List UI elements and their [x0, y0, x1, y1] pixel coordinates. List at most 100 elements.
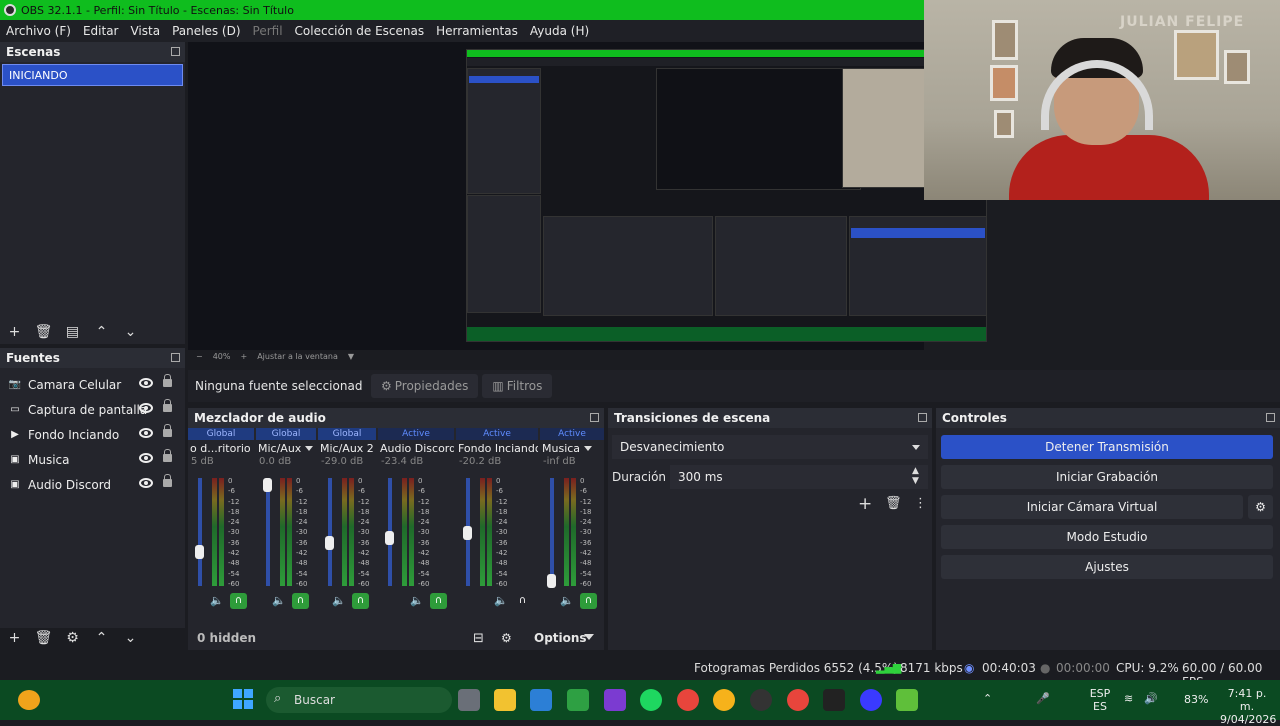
undock-icon[interactable] — [171, 47, 180, 56]
wifi-icon[interactable]: ≋ — [1124, 692, 1133, 705]
transition-type-select[interactable]: Desvanecimiento — [612, 435, 928, 459]
widgets-icon[interactable] — [18, 690, 40, 710]
menu-archivo[interactable]: Archivo (F) — [0, 24, 77, 38]
advanced-audio-icon[interactable]: ⚙ — [501, 631, 512, 645]
xbox-icon[interactable] — [567, 689, 589, 711]
clock[interactable]: 7:41 p. m. 9/04/2026 — [1220, 687, 1276, 726]
app-circle-icon[interactable] — [860, 689, 882, 711]
menu-vista[interactable]: Vista — [124, 24, 166, 38]
scene-item-iniciando[interactable]: INICIANDO — [2, 64, 183, 86]
menu-editar[interactable]: Editar — [77, 24, 125, 38]
chrome-profile-icon[interactable] — [787, 689, 809, 711]
start-virtual-camera-button[interactable]: Iniciar Cámara Virtual — [941, 495, 1243, 519]
zoom-out-icon[interactable]: − — [196, 352, 203, 361]
options-button[interactable]: Options — [534, 631, 587, 645]
layout-icon[interactable]: ⊟ — [473, 631, 484, 646]
gear-icon[interactable]: ⚙ — [1248, 495, 1273, 519]
battery-percent[interactable]: 83% — [1184, 693, 1208, 706]
undock-icon[interactable] — [918, 413, 927, 422]
properties-button[interactable]: ⚙ Propiedades — [371, 374, 479, 398]
headphones-icon[interactable]: ∩ — [230, 593, 247, 609]
start-icon[interactable] — [233, 689, 253, 709]
source-item[interactable]: 📷 Camara Celular — [0, 372, 185, 397]
add-scene-icon[interactable]: + — [0, 322, 29, 342]
channel-name[interactable]: Mic/Aux 2 — [318, 440, 376, 456]
volume-slider-handle[interactable] — [547, 574, 556, 588]
taskbar-search[interactable]: ⌕ Buscar — [266, 687, 452, 713]
menu-perfil[interactable]: Perfil — [247, 24, 289, 38]
menu-paneles[interactable]: Paneles (D) — [166, 24, 246, 38]
file-explorer-icon[interactable] — [494, 689, 516, 711]
channel-name[interactable]: Mic/Aux — [256, 440, 316, 456]
source-item[interactable]: ▶ Fondo Inciando — [0, 422, 185, 447]
undock-icon[interactable] — [590, 413, 599, 422]
tray-chevron-icon[interactable]: ⌃ — [983, 692, 992, 705]
volume-mute-icon[interactable]: 🔈 — [560, 594, 574, 607]
microphone-icon[interactable]: 🎤 — [1036, 692, 1050, 705]
more-options-icon[interactable]: ⋮ — [914, 496, 927, 511]
volume-slider-handle[interactable] — [195, 545, 204, 559]
volume-slider-handle[interactable] — [263, 478, 272, 492]
volume-mute-icon[interactable]: 🔈 — [410, 594, 424, 607]
undock-icon[interactable] — [1266, 413, 1275, 422]
lock-icon[interactable] — [163, 374, 172, 387]
minecraft-icon[interactable] — [896, 689, 918, 711]
visibility-eye-icon[interactable] — [139, 428, 153, 438]
settings-button[interactable]: Ajustes — [941, 555, 1273, 579]
menu-coleccion[interactable]: Colección de Escenas — [289, 24, 431, 38]
add-source-icon[interactable]: + — [0, 628, 29, 648]
source-item[interactable]: ▭ Captura de pantalla — [0, 397, 185, 422]
options-dropdown-icon[interactable] — [584, 634, 594, 640]
start-recording-button[interactable]: Iniciar Grabación — [941, 465, 1273, 489]
move-up-icon[interactable]: ⌃ — [87, 628, 116, 648]
language-indicator[interactable]: ESP ES — [1086, 687, 1114, 713]
filters-button[interactable]: ▥ Filtros — [482, 374, 553, 398]
volume-mute-icon[interactable]: 🔈 — [210, 594, 224, 607]
browser-icon[interactable] — [713, 689, 735, 711]
channel-name[interactable]: Musica — [540, 440, 604, 456]
task-view-icon[interactable] — [458, 689, 480, 711]
trash-icon[interactable]: 🗑 — [29, 322, 58, 342]
gear-icon[interactable]: ⚙ — [58, 628, 87, 648]
chevron-down-icon[interactable] — [305, 445, 314, 451]
headphones-icon[interactable]: ∩ — [430, 593, 447, 609]
fit-window-label[interactable]: Ajustar a la ventana — [257, 352, 338, 361]
store-icon[interactable] — [530, 689, 552, 711]
visibility-eye-icon[interactable] — [139, 378, 153, 388]
lock-icon[interactable] — [163, 449, 172, 462]
undock-icon[interactable] — [171, 353, 180, 362]
spotify-icon[interactable] — [640, 689, 662, 711]
headphones-icon[interactable]: ∩ — [514, 593, 531, 609]
studio-mode-button[interactable]: Modo Estudio — [941, 525, 1273, 549]
source-item[interactable]: ▣ Audio Discord — [0, 472, 185, 497]
volume-icon[interactable]: 🔊 — [1144, 692, 1158, 705]
filter-icon[interactable]: ▤ — [58, 322, 87, 342]
trash-icon[interactable]: 🗑 — [29, 628, 58, 648]
volume-slider-handle[interactable] — [463, 526, 472, 540]
menu-herramientas[interactable]: Herramientas — [430, 24, 524, 38]
chevron-down-icon[interactable] — [584, 445, 593, 451]
channel-name[interactable]: o d...ritorio — [188, 440, 254, 456]
headphones-icon[interactable]: ∩ — [580, 593, 597, 609]
duration-input[interactable]: 300 ms — [670, 465, 928, 489]
headphones-icon[interactable]: ∩ — [352, 593, 369, 609]
visibility-eye-icon[interactable] — [139, 403, 153, 413]
channel-name[interactable]: Audio Discord — [378, 440, 454, 456]
visibility-eye-icon[interactable] — [139, 453, 153, 463]
volume-slider-handle[interactable] — [385, 531, 394, 545]
move-down-icon[interactable]: ⌄ — [116, 322, 145, 342]
move-up-icon[interactable]: ⌃ — [87, 322, 116, 342]
lock-icon[interactable] — [163, 399, 172, 412]
stop-streaming-button[interactable]: Detener Transmisión — [941, 435, 1273, 459]
zoom-dropdown-icon[interactable]: ▼ — [348, 352, 354, 361]
move-down-icon[interactable]: ⌄ — [116, 628, 145, 648]
channel-name[interactable]: Fondo Inciando — [456, 440, 538, 456]
epic-games-icon[interactable] — [823, 689, 845, 711]
volume-mute-icon[interactable]: 🔈 — [332, 594, 346, 607]
lock-icon[interactable] — [163, 474, 172, 487]
menu-ayuda[interactable]: Ayuda (H) — [524, 24, 595, 38]
app-icon[interactable] — [604, 689, 626, 711]
add-transition-icon[interactable]: + — [858, 494, 872, 514]
volume-slider-handle[interactable] — [325, 536, 334, 550]
duration-stepper-icon[interactable]: ▲ ▼ — [912, 466, 919, 486]
